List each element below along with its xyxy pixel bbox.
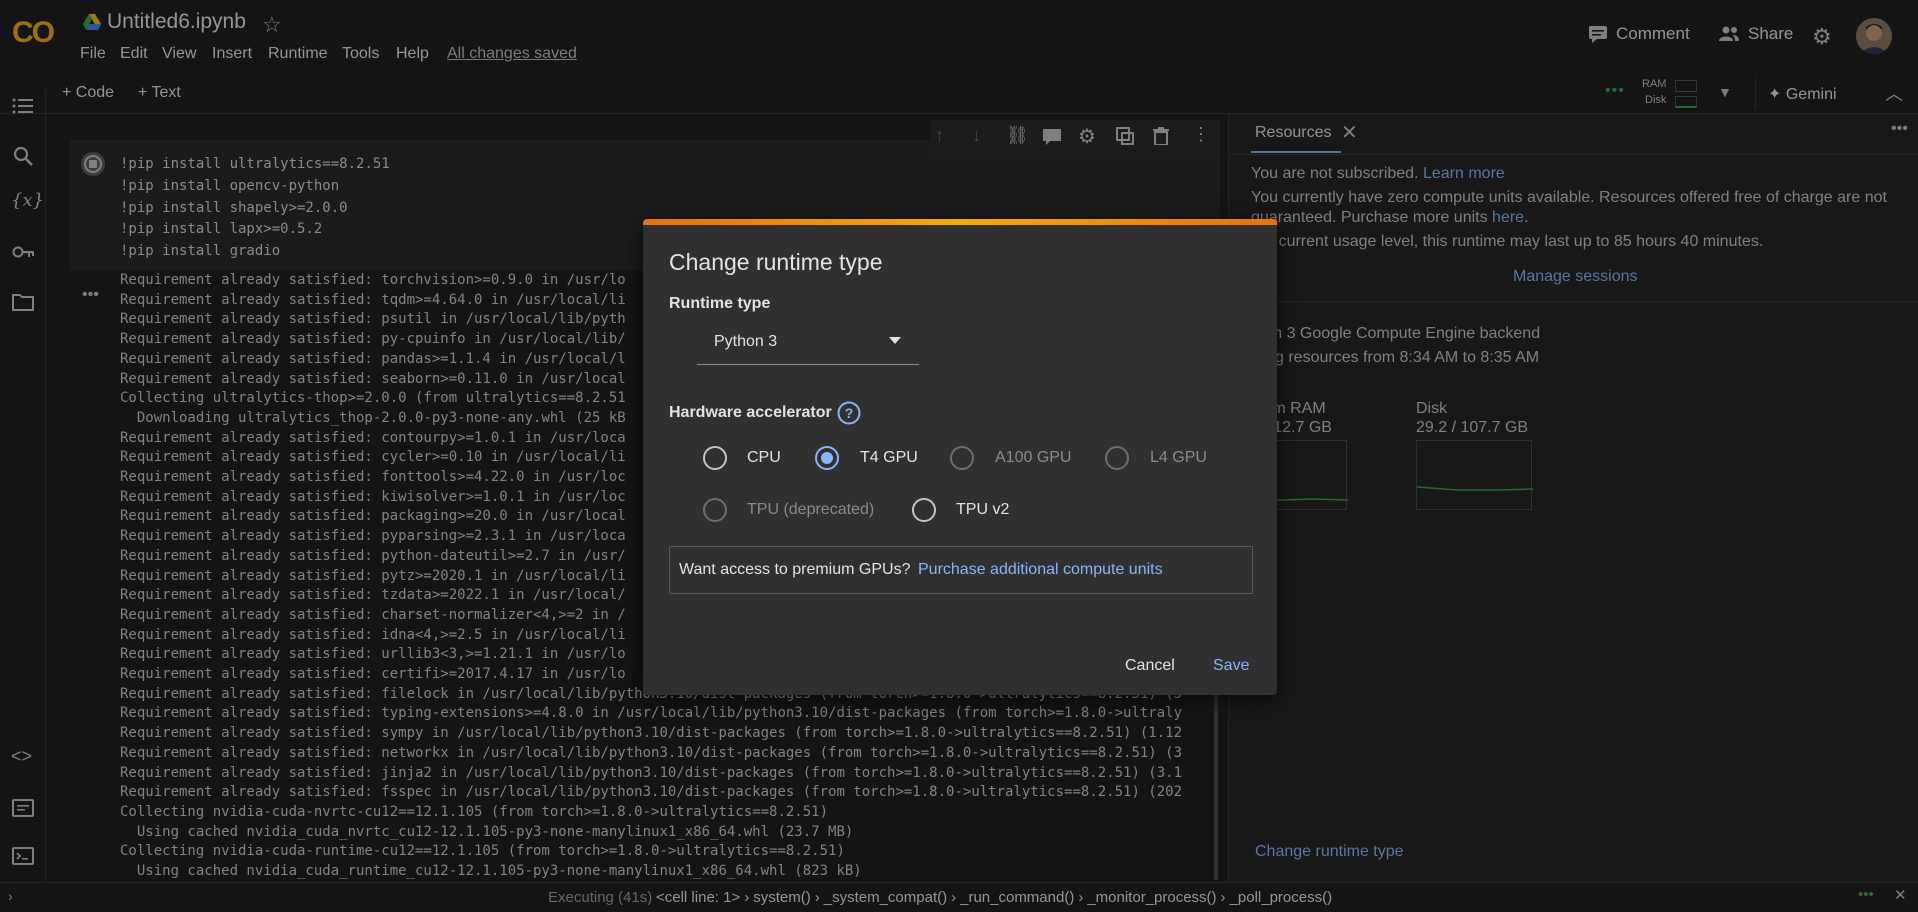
dialog-title: Change runtime type bbox=[669, 249, 883, 275]
runtime-type-label: Runtime type bbox=[669, 295, 771, 312]
a100-gpu-radio[interactable] bbox=[950, 446, 974, 470]
t4-gpu-radio[interactable] bbox=[815, 446, 839, 470]
t4-gpu-label[interactable]: T4 GPU bbox=[860, 449, 918, 467]
runtime-type-select[interactable]: Python 3 bbox=[697, 317, 919, 365]
runtime-type-value: Python 3 bbox=[714, 333, 778, 350]
purchase-compute-units-link[interactable]: Purchase additional compute units bbox=[918, 561, 1163, 579]
dropdown-arrow-icon bbox=[889, 337, 901, 344]
tpu-v2-radio[interactable] bbox=[912, 498, 936, 522]
svg-text:?: ? bbox=[845, 405, 854, 421]
hardware-accelerator-label: Hardware accelerator bbox=[669, 404, 832, 421]
tpu-v2-label[interactable]: TPU v2 bbox=[956, 501, 1009, 519]
a100-gpu-label[interactable]: A100 GPU bbox=[995, 449, 1071, 467]
dialog-top-accent bbox=[643, 219, 1277, 225]
l4-gpu-radio[interactable] bbox=[1105, 446, 1129, 470]
cpu-radio[interactable] bbox=[703, 446, 727, 470]
tpu-deprecated-radio[interactable] bbox=[703, 498, 727, 522]
cpu-label[interactable]: CPU bbox=[747, 449, 781, 467]
premium-gpu-banner: Want access to premium GPUs? Purchase ad… bbox=[669, 546, 1253, 594]
tpu-deprecated-label[interactable]: TPU (deprecated) bbox=[747, 501, 874, 519]
premium-gpu-text: Want access to premium GPUs? bbox=[679, 561, 911, 578]
save-button[interactable]: Save bbox=[1213, 657, 1249, 675]
cancel-button[interactable]: Cancel bbox=[1125, 657, 1175, 675]
help-icon[interactable]: ? bbox=[837, 401, 861, 425]
l4-gpu-label[interactable]: L4 GPU bbox=[1150, 449, 1207, 467]
change-runtime-dialog: Change runtime type Runtime type Python … bbox=[643, 219, 1277, 695]
